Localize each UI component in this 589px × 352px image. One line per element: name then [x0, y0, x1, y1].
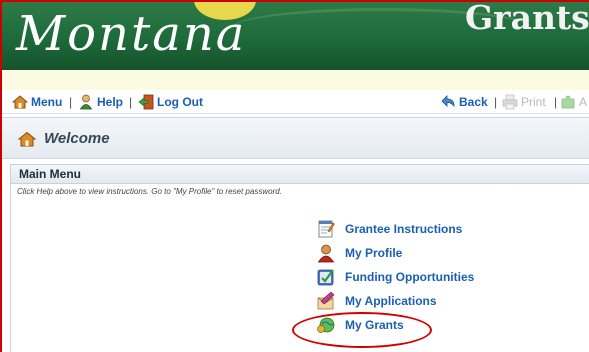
funding-opportunities-icon: [316, 267, 336, 287]
grantee-instructions-label: Grantee Instructions: [345, 222, 463, 236]
my-applications-label: My Applications: [345, 294, 437, 308]
header-banner: Montana Grants: [2, 2, 589, 70]
help-link[interactable]: Help: [78, 94, 123, 110]
toolbar-item-partial[interactable]: A: [560, 94, 587, 110]
my-profile-link[interactable]: My Profile: [316, 243, 402, 263]
printer-icon: [502, 94, 518, 110]
main-menu-hint: Click Help above to view instructions. G…: [17, 187, 282, 196]
print-link-label: Print: [521, 95, 546, 109]
toolbar-separator: |: [554, 95, 558, 109]
my-applications-link[interactable]: My Applications: [316, 291, 437, 311]
back-link[interactable]: Back: [440, 94, 488, 110]
help-person-icon: [78, 94, 94, 110]
instructions-notepad-icon: [316, 219, 336, 239]
logout-link-label: Log Out: [157, 95, 203, 109]
print-link[interactable]: Print: [502, 94, 546, 110]
montana-logo: Montana: [16, 6, 247, 62]
home-icon: [17, 131, 37, 147]
toolbar-separator: |: [69, 95, 73, 109]
welcome-title: Welcome: [44, 130, 110, 147]
toolbar: Menu | Help | Log Out Back | Print | A: [2, 90, 589, 114]
main-menu-title: Main Menu: [19, 167, 81, 181]
toolbar-separator: |: [129, 95, 133, 109]
user-profile-icon: [316, 243, 336, 263]
menu-link[interactable]: Menu: [11, 94, 63, 110]
applications-icon: [316, 291, 336, 311]
puzzle-icon: [560, 94, 576, 110]
home-icon: [11, 94, 29, 110]
help-link-label: Help: [97, 95, 124, 109]
back-link-label: Back: [459, 95, 488, 109]
logout-door-icon: [138, 94, 154, 110]
my-grants-highlight-circle: [292, 312, 432, 348]
app-title: Grants: [465, 2, 589, 37]
funding-opportunities-link[interactable]: Funding Opportunities: [316, 267, 474, 287]
toolbar-separator: |: [494, 95, 498, 109]
banner-strip: [2, 70, 589, 90]
funding-opportunities-label: Funding Opportunities: [345, 270, 475, 284]
main-menu-header: Main Menu: [11, 165, 589, 184]
grantee-instructions-link[interactable]: Grantee Instructions: [316, 219, 462, 239]
logout-link[interactable]: Log Out: [138, 94, 203, 110]
menu-link-label: Menu: [31, 95, 63, 109]
my-profile-label: My Profile: [345, 246, 403, 260]
welcome-bar: Welcome: [2, 117, 589, 159]
toolbar-item-partial-label: A: [579, 95, 588, 109]
back-arrow-icon: [440, 94, 456, 110]
